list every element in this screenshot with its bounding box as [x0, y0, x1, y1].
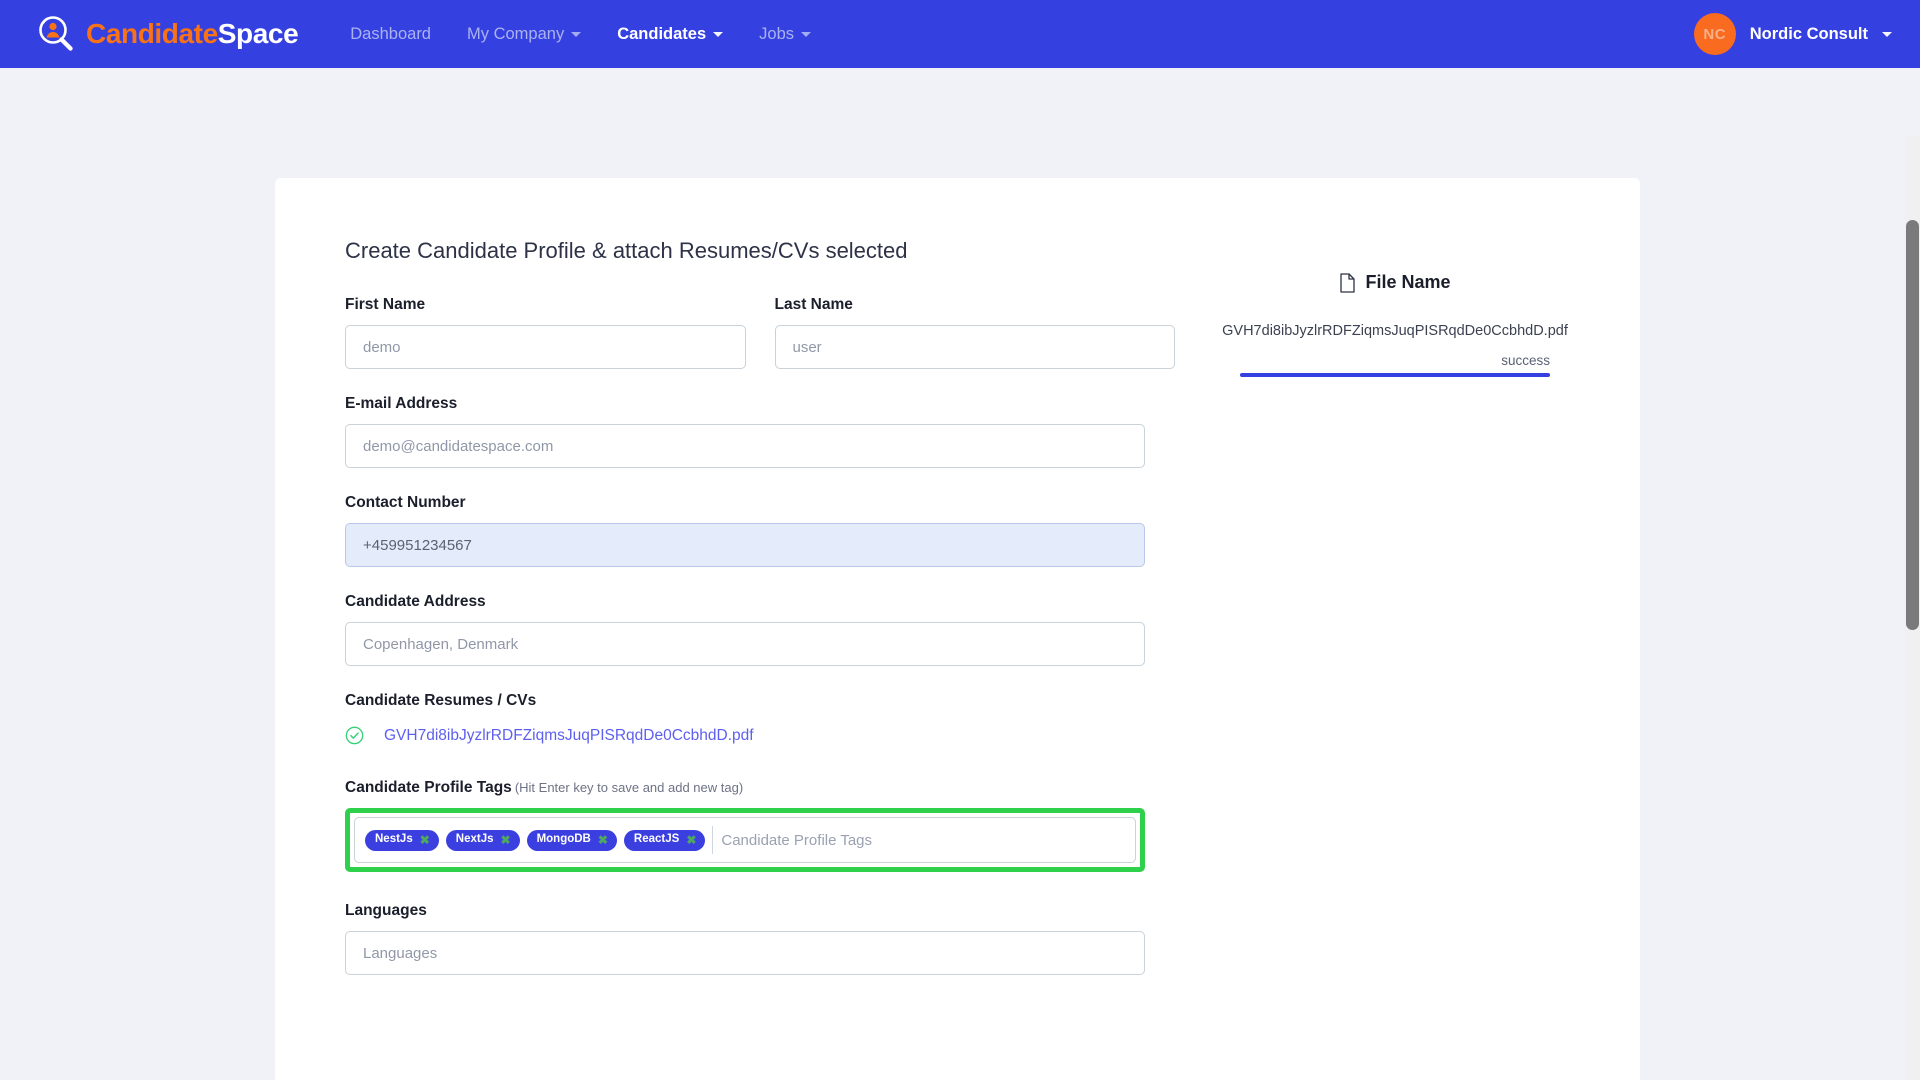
chevron-down-icon — [801, 31, 811, 37]
tag-label: ReactJS — [633, 832, 680, 845]
last-name-group: Last Name — [774, 296, 1175, 369]
nav-item-jobs[interactable]: Jobs — [759, 25, 811, 44]
chevron-down-icon — [1882, 31, 1892, 37]
nav-item-dashboard[interactable]: Dashboard — [350, 25, 431, 44]
languages-label: Languages — [345, 902, 427, 919]
email-field[interactable] — [345, 424, 1145, 468]
primary-nav: Dashboard My Company Candidates Jobs — [350, 0, 811, 68]
tag-label: NestJs — [375, 832, 413, 845]
name-row: First Name Last Name — [345, 296, 1175, 369]
close-icon[interactable]: ✖ — [598, 834, 608, 846]
first-name-input[interactable] — [345, 325, 746, 369]
candidate-profile-tags-group: Candidate Profile Tags (Hit Enter key to … — [345, 779, 1175, 872]
tags-input[interactable] — [712, 826, 1125, 854]
candidate-address-label: Candidate Address — [345, 593, 486, 610]
tag-chip[interactable]: ReactJS ✖ — [623, 829, 706, 851]
resume-file-link[interactable]: GVH7di8ibJyzlrRDFZiqmsJuqPISRqdDe0CcbhdD… — [384, 727, 754, 745]
candidate-address-input[interactable] — [345, 622, 1145, 666]
page-body: Create Candidate Profile & attach Resume… — [0, 68, 1920, 1080]
brand-text: CandidateSpace — [86, 18, 299, 50]
chevron-down-icon — [571, 31, 582, 37]
brand-text-candidate: Candidate — [86, 18, 218, 49]
nav-item-candidates[interactable]: Candidates — [617, 24, 724, 44]
tags-label-text: Candidate Profile Tags — [345, 779, 512, 796]
chevron-down-icon — [713, 31, 724, 37]
avatar: NC — [1693, 13, 1736, 55]
candidate-profile-card: Create Candidate Profile & attach Resume… — [275, 178, 1640, 1080]
candidate-address-group: Candidate Address — [345, 593, 1145, 666]
contact-number-label: Contact Number — [345, 494, 466, 511]
contact-number-input[interactable] — [345, 523, 1145, 567]
last-name-input[interactable] — [774, 325, 1175, 369]
create-candidate-form: Create Candidate Profile & attach Resume… — [275, 238, 1175, 1001]
file-document-icon — [1339, 272, 1356, 293]
tag-label: NextJs — [455, 832, 494, 845]
tags-input-container[interactable]: NestJs ✖ NextJs ✖ MongoDB ✖ ReactJS ✖ Ca… — [354, 817, 1136, 863]
close-icon[interactable]: ✖ — [686, 834, 696, 846]
first-name-label: First Name — [345, 296, 426, 313]
user-name-label: Nordic Consult — [1749, 24, 1868, 43]
user-menu[interactable]: NC Nordic Consult — [1693, 13, 1892, 55]
tag-chip[interactable]: NextJs ✖ — [445, 829, 520, 851]
nav-item-jobs-label: Jobs — [759, 24, 794, 43]
list-item: GVH7di8ibJyzlrRDFZiqmsJuqPISRqdDe0CcbhdD… — [345, 726, 1145, 745]
nav-item-my-company-label: My Company — [467, 24, 565, 43]
upload-progress: success — [1240, 353, 1550, 377]
tag-chip[interactable]: MongoDB ✖ — [526, 829, 617, 851]
tags-highlight-frame: NestJs ✖ NextJs ✖ MongoDB ✖ ReactJS ✖ Ca… — [345, 808, 1145, 872]
close-icon[interactable]: ✖ — [501, 834, 511, 846]
file-upload-panel: File Name GVH7di8ibJyzlrRDFZiqmsJuqPISRq… — [1175, 238, 1615, 377]
nav-item-candidates-label: Candidates — [617, 24, 707, 43]
email-group: E-mail Address — [345, 395, 1145, 468]
brand-text-space: Space — [217, 18, 299, 49]
candidate-profile-tags-label: Candidate Profile Tags (Hit Enter key to … — [345, 779, 1175, 797]
last-name-label: Last Name — [774, 296, 853, 313]
uploaded-file-name: GVH7di8ibJyzlrRDFZiqmsJuqPISRqdDe0CcbhdD… — [1222, 323, 1568, 339]
file-name-heading: File Name — [1175, 272, 1615, 293]
languages-group: Languages — [345, 902, 1145, 975]
candidate-resumes-label: Candidate Resumes / CVs — [345, 692, 537, 709]
progress-track — [1240, 373, 1550, 377]
check-circle-icon — [345, 726, 364, 745]
brand-logo-link[interactable]: CandidateSpace — [36, 14, 299, 54]
upload-status-text: success — [1501, 353, 1550, 368]
contact-number-group: Contact Number — [345, 494, 1145, 567]
email-label: E-mail Address — [345, 395, 458, 412]
candidate-resumes-group: Candidate Resumes / CVs GVH7di8ibJyzlrRD… — [345, 692, 1145, 745]
page-title: Create Candidate Profile & attach Resume… — [345, 238, 908, 263]
file-name-heading-text: File Name — [1365, 272, 1451, 292]
close-icon[interactable]: ✖ — [420, 834, 430, 846]
first-name-group: First Name — [345, 296, 746, 369]
nav-item-dashboard-label: Dashboard — [350, 24, 431, 43]
magnifier-person-icon — [36, 14, 76, 54]
tag-label: MongoDB — [536, 832, 591, 845]
languages-input[interactable] — [345, 931, 1145, 975]
top-navbar: CandidateSpace Dashboard My Company Cand… — [0, 0, 1920, 68]
nav-item-my-company[interactable]: My Company — [467, 24, 582, 44]
tags-hint-text: (Hit Enter key to save and add new tag) — [514, 780, 744, 795]
page-scrollbar-thumb[interactable] — [1906, 220, 1919, 630]
tag-chip[interactable]: NestJs ✖ — [365, 829, 439, 851]
progress-bar-fill — [1240, 373, 1550, 377]
